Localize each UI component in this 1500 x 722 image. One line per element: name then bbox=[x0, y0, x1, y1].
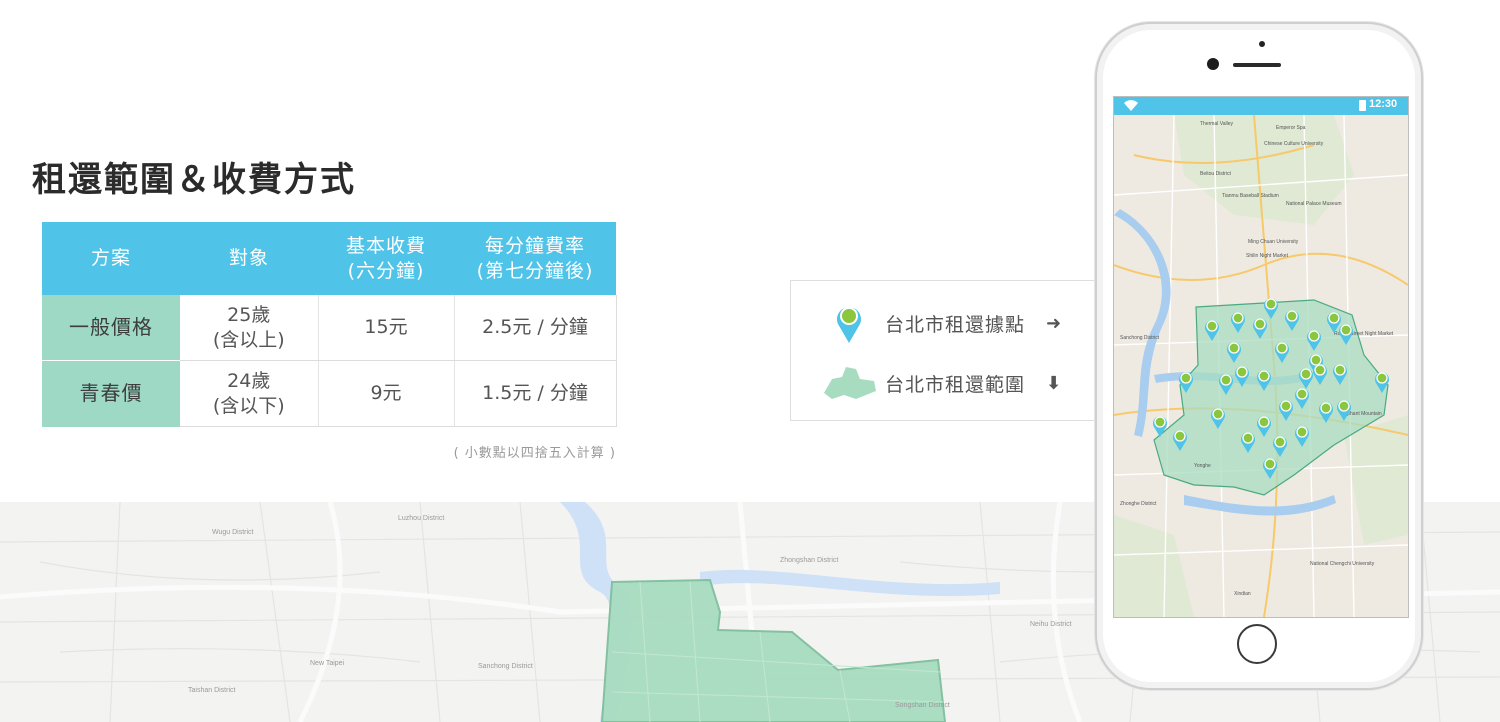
cell-plan: 一般價格 bbox=[42, 295, 180, 361]
home-button[interactable] bbox=[1237, 624, 1277, 664]
header-plan: 方案 bbox=[42, 222, 180, 295]
earpiece-speaker bbox=[1233, 63, 1281, 67]
map-legend: 台北市租還據點 ➜ 台北市租還範圍 ⬇ bbox=[790, 280, 1108, 421]
map-pin-icon bbox=[837, 307, 861, 343]
table-row: 青春價 24歲 (含以下) 9元 1.5元 / 分鐘 bbox=[42, 360, 617, 427]
map-label-songshan: Songshan District bbox=[895, 702, 950, 709]
map-label-new-taipei: New Taipei bbox=[310, 660, 345, 667]
map-label-sanchong: Sanchong District bbox=[1120, 335, 1160, 341]
pricing-table: 方案 對象 基本收費 (六分鐘) 每分鐘費率 (第七分鐘後) 一般價格 25歲 … bbox=[42, 222, 617, 427]
map-label-ccu: Chinese Culture University bbox=[1264, 141, 1324, 147]
map-label-nccu: National Chengchi University bbox=[1310, 561, 1375, 567]
arrow-down-icon: ⬇ bbox=[1046, 372, 1062, 394]
table-header-row: 方案 對象 基本收費 (六分鐘) 每分鐘費率 (第七分鐘後) bbox=[42, 222, 616, 295]
status-bar: 12:30 bbox=[1114, 97, 1408, 115]
legend-label-stations: 台北市租還據點 bbox=[885, 313, 1026, 336]
front-camera bbox=[1259, 41, 1265, 47]
header-base-fee: 基本收費 (六分鐘) bbox=[318, 222, 454, 295]
map-label-zhonghe: Zhonghe District bbox=[1120, 501, 1157, 507]
map-label-taishan: Taishan District bbox=[188, 687, 236, 694]
rounding-note: ( 小數點以四捨五入計算 ) bbox=[453, 446, 616, 461]
map-label-shilin: Shilin Night Market bbox=[1246, 253, 1289, 259]
arrow-right-icon: ➜ bbox=[1046, 312, 1062, 334]
header-per-minute: 每分鐘費率 (第七分鐘後) bbox=[454, 222, 616, 295]
cell-base-fee: 9元 bbox=[318, 360, 455, 427]
map-label-neihu: Neihu District bbox=[1030, 621, 1072, 628]
map-label-sanchong: Sanchong District bbox=[478, 663, 533, 670]
phone-map[interactable]: Thermal Valley Emperor Spa Chinese Cultu… bbox=[1114, 115, 1408, 617]
phone-screen: 12:30 Thermal Valley Emperor Spa Chinese… bbox=[1113, 96, 1409, 618]
map-label-beitou: Beitou District bbox=[1200, 171, 1231, 177]
map-label-wugu: Wugu District bbox=[212, 529, 254, 536]
area-shape-icon bbox=[824, 367, 876, 399]
cell-per-minute: 2.5元 / 分鐘 bbox=[454, 295, 617, 361]
table-row: 一般價格 25歲 (含以上) 15元 2.5元 / 分鐘 bbox=[42, 295, 617, 361]
map-label-luzhou: Luzhou District bbox=[398, 515, 444, 522]
map-label-emperor-spa: Emperor Spa bbox=[1276, 125, 1306, 131]
wifi-icon bbox=[1124, 100, 1138, 111]
map-label-yonghe: Yonghe bbox=[1194, 463, 1211, 469]
cell-target: 24歲 (含以下) bbox=[180, 360, 319, 427]
map-label-zhongshan: Zhongshan District bbox=[780, 557, 838, 564]
map-label-npm: National Palace Museum bbox=[1286, 201, 1342, 207]
cell-base-fee: 15元 bbox=[318, 295, 455, 361]
map-label-mcu: Ming Chuan University bbox=[1248, 239, 1299, 245]
cell-target: 25歲 (含以上) bbox=[180, 295, 319, 361]
map-label-tianmu: Tianmu Baseball Stadium bbox=[1222, 193, 1279, 199]
legend-label-area: 台北市租還範圍 bbox=[885, 373, 1026, 396]
header-target: 對象 bbox=[180, 222, 318, 295]
camera-lens bbox=[1207, 58, 1219, 70]
battery-icon bbox=[1359, 100, 1366, 111]
cell-per-minute: 1.5元 / 分鐘 bbox=[454, 360, 617, 427]
status-time: 12:30 bbox=[1369, 98, 1398, 110]
cell-plan: 青春價 bbox=[42, 360, 180, 427]
map-label-xindian: Xindian bbox=[1234, 591, 1251, 597]
phone-mockup: 12:30 Thermal Valley Emperor Spa Chinese… bbox=[1095, 22, 1423, 690]
map-label-thermal-valley: Thermal Valley bbox=[1200, 121, 1233, 127]
page-title: 租還範圍＆收費方式 bbox=[32, 160, 356, 200]
